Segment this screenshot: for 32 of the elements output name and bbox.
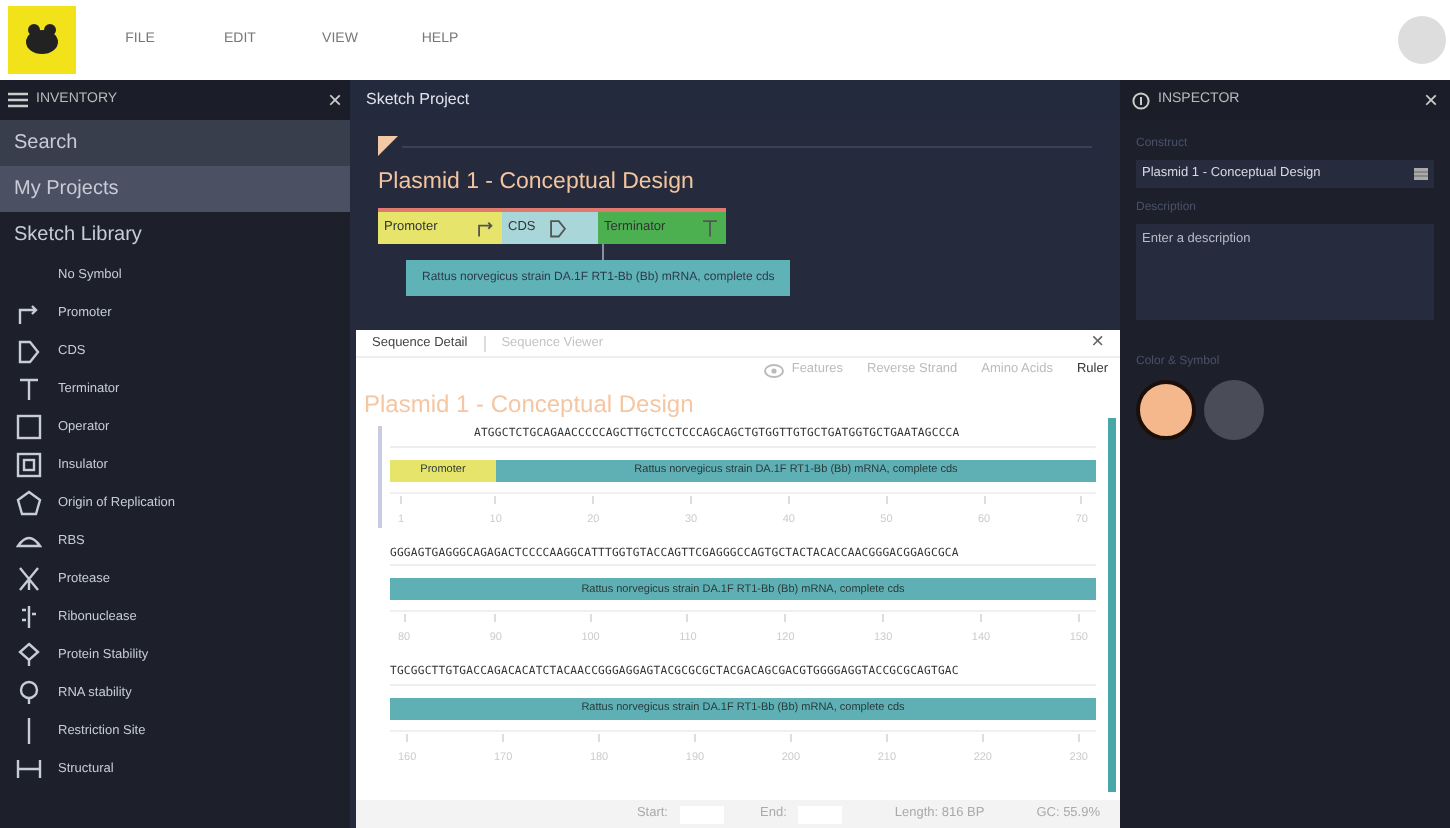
triangle-icon [378, 136, 398, 156]
color-swatch[interactable] [1204, 380, 1264, 440]
nested-square-icon [16, 452, 42, 478]
info-icon [1132, 91, 1150, 109]
color-swatch[interactable] [1136, 380, 1196, 440]
list-icon [1414, 168, 1428, 180]
close-button[interactable]: × [1091, 332, 1104, 354]
eye-icon [763, 363, 784, 377]
menu-icon [8, 92, 28, 108]
cds-shape-icon [547, 218, 568, 239]
t-shape-icon [16, 376, 42, 402]
scrollbar[interactable] [1108, 418, 1116, 792]
nav-item[interactable]: Search [0, 120, 350, 166]
square-icon [16, 414, 42, 440]
promoter-arrow-icon [476, 218, 496, 239]
close-button[interactable]: × [1423, 88, 1438, 112]
cross-icon [16, 566, 42, 592]
construct-title: Plasmid 1 - Conceptual Design [378, 168, 694, 198]
sequence-title: Plasmid 1 - Conceptual Design [364, 388, 694, 422]
cds-shape-icon [16, 338, 42, 364]
circle-pin-icon [16, 680, 42, 706]
section-title: Sketch Library [12, 221, 144, 249]
t-shape-icon [700, 218, 720, 239]
tick-line-icon [16, 604, 42, 630]
h-shape-icon [16, 756, 42, 782]
nav-item[interactable]: My Projects [0, 166, 350, 212]
project-title: Sketch Project [366, 88, 470, 112]
user-avatar[interactable] [1398, 16, 1446, 64]
diamond-pin-icon [16, 642, 42, 668]
polygon-icon [16, 490, 42, 516]
promoter-arrow-icon [16, 300, 42, 326]
close-button[interactable]: × [327, 88, 342, 112]
